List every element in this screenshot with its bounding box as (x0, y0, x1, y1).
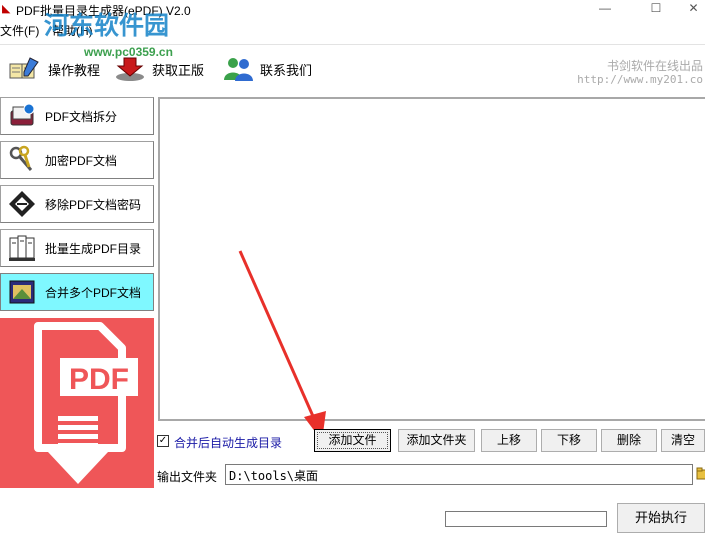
key-diamond-icon (9, 191, 35, 217)
pdf-file-icon: PDF (34, 322, 138, 484)
output-folder-input[interactable]: D:\tools\桌面 (225, 464, 693, 485)
delete-button[interactable]: 删除 (601, 429, 657, 452)
watermark-logo: 河东软件园 (44, 11, 170, 40)
sidebar-item-merge[interactable]: 合并多个PDF文档 (0, 273, 154, 311)
keys-icon (9, 145, 33, 171)
credit-text: 书剑软件在线出品 (606, 59, 703, 73)
auto-toc-label[interactable]: 合并后自动生成目录 (174, 434, 282, 451)
users-icon (224, 58, 253, 81)
sidebar-item-batch-toc[interactable]: 批量生成PDF目录 (0, 229, 154, 267)
merge-doc-icon (9, 280, 35, 304)
menu-file[interactable]: 文件(F) (0, 22, 39, 39)
annotation-arrow (238, 250, 326, 441)
buy-button[interactable]: 获取正版 (114, 57, 204, 81)
tutorial-label: 操作教程 (48, 62, 101, 78)
credit-url[interactable]: http://www.my201.co (577, 73, 703, 86)
sidebar-item-remove-password[interactable]: 移除PDF文档密码 (0, 185, 154, 223)
sidebar-item-label: PDF文档拆分 (45, 109, 118, 124)
book-pencil-icon (9, 57, 39, 79)
toolbar: 操作教程 获取正版 联系我们 书剑软件在线出品 http://www.my201… (0, 44, 705, 92)
move-down-button[interactable]: 下移 (541, 429, 597, 452)
sidebar-item-encrypt[interactable]: 加密PDF文档 (0, 141, 154, 179)
move-up-button[interactable]: 上移 (481, 429, 537, 452)
start-button[interactable]: 开始执行 (617, 503, 705, 533)
add-folder-button[interactable]: 添加文件夹 (398, 429, 475, 452)
book-split-icon (10, 103, 35, 126)
tutorial-button[interactable]: 操作教程 (8, 57, 100, 81)
sidebar-item-label: 加密PDF文档 (45, 153, 118, 168)
auto-toc-checkbox[interactable]: ✓ (157, 435, 169, 447)
app-icon: ◣ (2, 3, 11, 15)
sidebar-item-label: 移除PDF文档密码 (45, 197, 142, 212)
sidebar-item-split[interactable]: PDF文档拆分 (0, 97, 154, 135)
pdf-banner: PDF (0, 318, 154, 488)
output-folder-label: 输出文件夹 (157, 470, 218, 484)
sidebar-item-label: 合并多个PDF文档 (45, 285, 142, 300)
add-file-button[interactable]: 添加文件 (314, 429, 391, 452)
contact-label: 联系我们 (260, 62, 313, 78)
buy-label: 获取正版 (152, 62, 205, 78)
contact-button[interactable]: 联系我们 (222, 57, 312, 81)
sidebar-item-label: 批量生成PDF目录 (45, 241, 142, 256)
clear-button[interactable]: 清空 (661, 429, 705, 452)
progress-bar (445, 511, 607, 527)
maximize-button[interactable]: ☐ (636, 0, 676, 18)
close-button[interactable]: ✕ (682, 0, 705, 18)
browse-folder-icon[interactable] (696, 464, 705, 485)
documents-icon (9, 235, 35, 261)
pdf-banner-text: PDF (69, 363, 129, 396)
minimize-button[interactable]: — (585, 0, 625, 18)
download-arrow-icon (116, 57, 144, 81)
